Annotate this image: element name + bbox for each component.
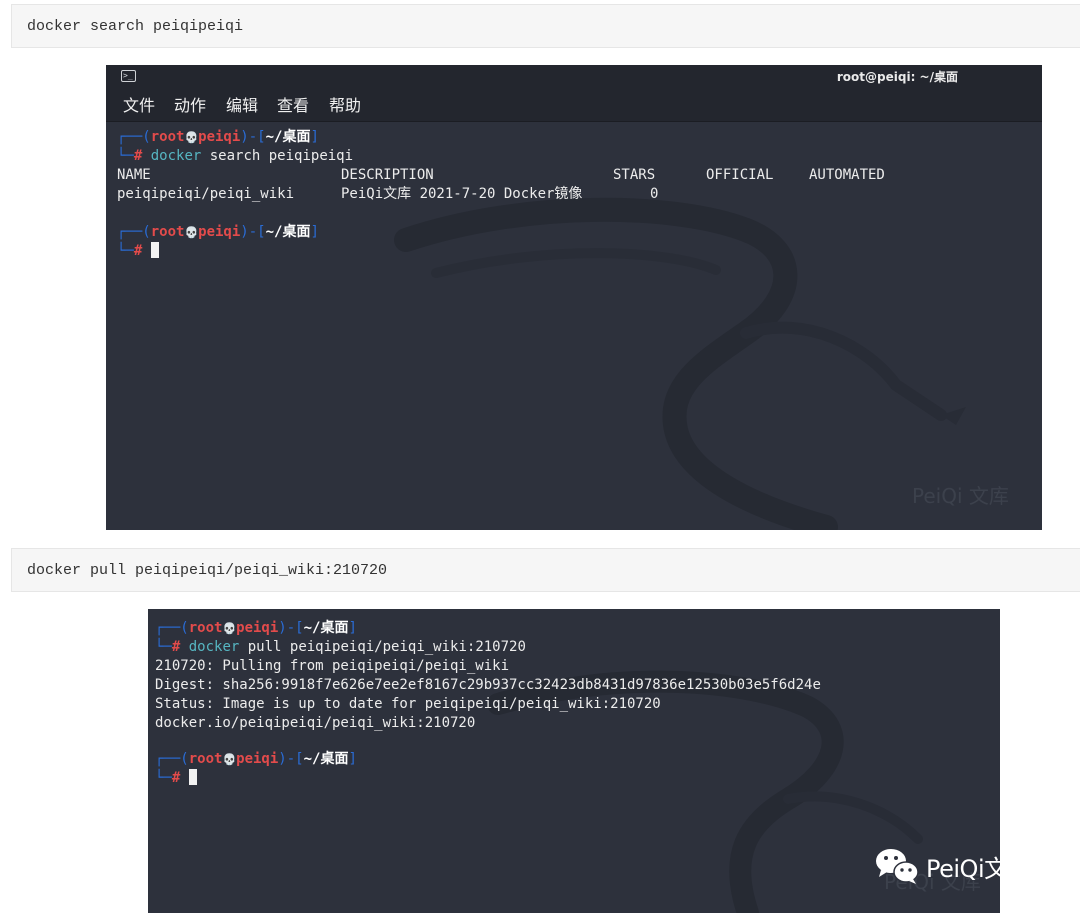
result-description: PeiQi文库 2021-7-20 Docker镜像 xyxy=(341,186,583,202)
output-line: Digest: sha256:9918f7e626e7ee2ef8167c29b… xyxy=(155,677,821,693)
prompt-line: ┌──(root💀peiqi)-[~/桌面] xyxy=(117,224,319,240)
output-line: docker.io/peiqipeiqi/peiqi_wiki:210720 xyxy=(155,715,476,731)
menu-bar: 文件 动作 编辑 查看 帮助 xyxy=(106,89,1042,122)
prompt-line: ┌──(root💀peiqi)-[~/桌面] xyxy=(155,751,357,767)
terminal-window: PeiQi 文库 >_ root@peiqi: ~/桌面 文件 动作 编辑 查看… xyxy=(106,65,1042,530)
prompt-line: ┌──(root💀peiqi)-[~/桌面] xyxy=(117,129,319,145)
input-line[interactable]: └─# xyxy=(117,242,159,261)
menu-help[interactable]: 帮助 xyxy=(329,96,361,115)
skull-icon: 💀 xyxy=(184,226,199,239)
table-header-stars: STARS xyxy=(613,167,656,183)
menu-edit[interactable]: 编辑 xyxy=(226,96,258,115)
result-stars: 0 xyxy=(650,186,659,202)
command-line: └─# docker pull peiqipeiqi/peiqi_wiki:21… xyxy=(155,639,526,655)
prompt-line: ┌──(root💀peiqi)-[~/桌面] xyxy=(155,620,357,636)
title-bar: >_ root@peiqi: ~/桌面 xyxy=(106,65,1042,89)
table-header-name: NAME xyxy=(117,167,151,183)
command-line: └─# docker search peiqipeiqi xyxy=(117,148,354,164)
code-block-search: docker search peiqipeiqi xyxy=(11,4,1080,48)
output-line: 210720: Pulling from peiqipeiqi/peiqi_wi… xyxy=(155,658,510,674)
watermark-text: PeiQi 文库 xyxy=(912,484,1009,508)
text-cursor xyxy=(150,242,159,258)
table-header-official: OFFICIAL xyxy=(706,167,774,183)
code-text: docker pull peiqipeiqi/peiqi_wiki:210720 xyxy=(27,562,388,579)
menu-action[interactable]: 动作 xyxy=(174,96,206,115)
skull-icon: 💀 xyxy=(222,753,237,766)
skull-icon: 💀 xyxy=(184,131,199,144)
terminal-icon: >_ xyxy=(121,70,136,82)
output-line: Status: Image is up to date for peiqipei… xyxy=(155,696,661,712)
code-block-pull: docker pull peiqipeiqi/peiqi_wiki:210720 xyxy=(11,548,1080,592)
result-name: peiqipeiqi/peiqi_wiki xyxy=(117,186,295,202)
brand-watermark: PeiQi文库 xyxy=(926,855,1032,883)
window-title: root@peiqi: ~/桌面 xyxy=(836,70,958,84)
table-header-automated: AUTOMATED xyxy=(809,167,885,183)
skull-icon: 💀 xyxy=(222,622,237,635)
input-line[interactable]: └─# xyxy=(155,769,197,788)
table-header-description: DESCRIPTION xyxy=(341,167,434,183)
menu-file[interactable]: 文件 xyxy=(123,96,155,115)
wechat-icon xyxy=(876,849,919,884)
code-text: docker search peiqipeiqi xyxy=(27,18,244,35)
text-cursor xyxy=(188,769,197,785)
menu-view[interactable]: 查看 xyxy=(277,96,309,115)
